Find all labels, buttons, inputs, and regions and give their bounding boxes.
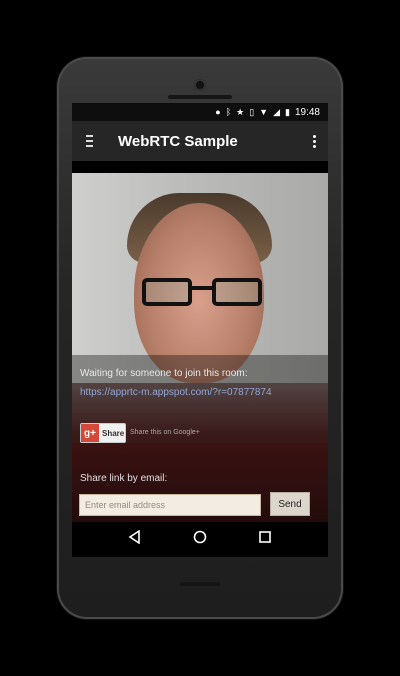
waiting-message: Waiting for someone to join this room: xyxy=(80,368,248,379)
nav-bar xyxy=(72,522,328,557)
back-icon[interactable] xyxy=(128,529,142,549)
overflow-menu-icon[interactable] xyxy=(313,134,316,148)
signal-icon: ◢ xyxy=(273,106,281,117)
location-icon: ● xyxy=(215,106,221,117)
wifi-icon: ▼ xyxy=(259,106,269,117)
email-share-label: Share link by email: xyxy=(80,473,168,484)
gplus-share-button[interactable]: g+ Share xyxy=(80,423,126,443)
star-icon: ★ xyxy=(236,106,245,117)
home-icon[interactable] xyxy=(193,530,207,549)
front-camera xyxy=(194,79,206,91)
earpiece-speaker xyxy=(168,95,232,99)
screen: ● ᛒ ★ ▯ ▼ ◢ ▮ 19:48 WebRTC Sample Waitin… xyxy=(72,103,328,557)
send-button[interactable]: Send xyxy=(270,492,310,516)
status-time: 19:48 xyxy=(294,106,320,118)
room-overlay xyxy=(72,355,328,545)
gplus-share-label: Share xyxy=(102,428,125,438)
bluetooth-icon: ᛒ xyxy=(225,106,232,117)
menu-icon[interactable] xyxy=(84,135,100,147)
battery-icon: ▮ xyxy=(285,106,290,117)
app-title: WebRTC Sample xyxy=(118,132,238,150)
email-input[interactable]: Enter email address xyxy=(79,494,261,516)
gplus-logo-icon: g+ xyxy=(81,424,99,442)
gplus-share-note: Share this on Google+ xyxy=(130,429,200,436)
recents-icon[interactable] xyxy=(258,530,272,549)
room-link[interactable]: https://apprtc-m.appspot.com/?r=07877874 xyxy=(80,387,272,398)
app-toolbar: WebRTC Sample xyxy=(72,121,328,161)
vibrate-icon: ▯ xyxy=(249,106,255,117)
bottom-speaker xyxy=(180,582,220,586)
status-bar: ● ᛒ ★ ▯ ▼ ◢ ▮ 19:48 xyxy=(72,103,328,121)
